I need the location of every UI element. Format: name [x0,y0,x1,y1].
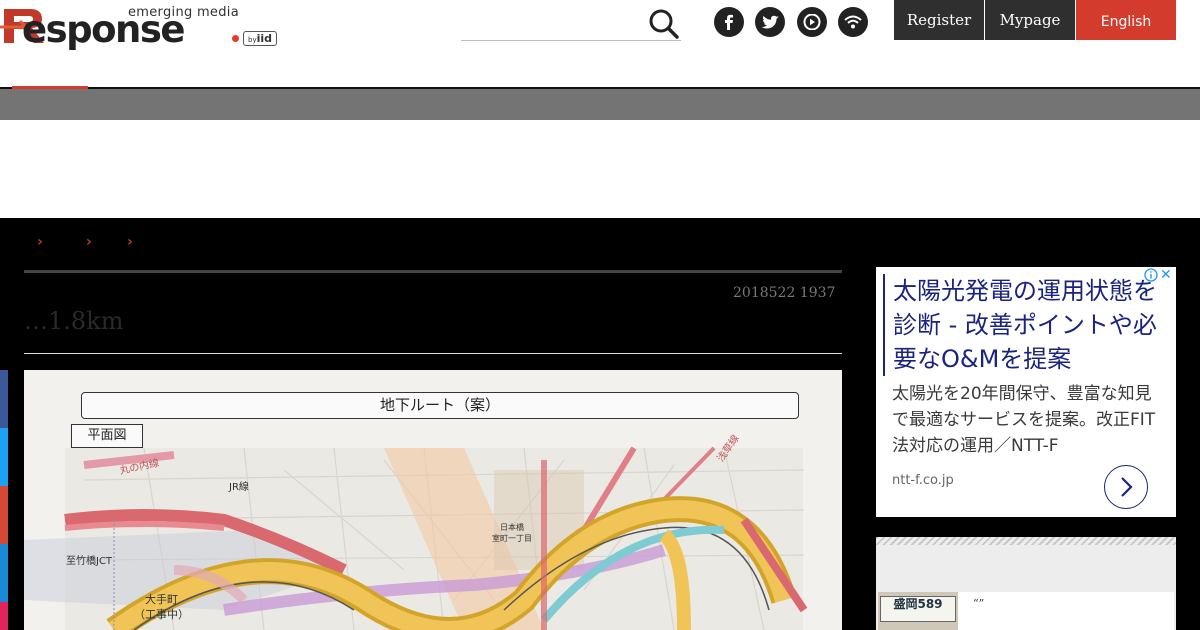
share-twitter-tab[interactable] [0,428,8,486]
share-hatena-tab[interactable] [0,544,8,602]
map-label-jr: JR線 [229,482,249,493]
chevron-right-icon [1121,477,1133,497]
search-icon[interactable] [648,8,680,40]
article-top-rule [24,270,842,273]
map-label-takebashi: 至竹橋JCT [66,556,113,567]
ad-info-icon[interactable] [1144,268,1158,282]
article-title-rule [24,353,842,354]
mypage-button[interactable]: Mypage [985,0,1075,40]
ad-description: 太陽光を20年間保守、豊富な知見で最適なサービスを提案。改正FIT法対応の運用／… [892,384,1156,456]
map-label-nihonbashi: 日本橋 室町一丁目 [492,523,532,543]
widget-header-stripe [876,537,1176,545]
map-label-otemachi: 大手町 （工事中） [134,593,189,621]
logo-by-name: iid [256,32,273,45]
logo-by-prefix: by [248,36,257,44]
site-header: emerging media esponse byiid Register My… [0,0,1200,88]
ad-open-button[interactable] [1104,465,1148,509]
article-title: …1.8km [24,307,124,335]
ad-domain[interactable]: ntt-f.co.jp [892,473,954,488]
breadcrumb-separator: › [127,234,133,250]
rss-icon[interactable] [838,7,868,37]
share-pocket-tab[interactable] [0,602,8,630]
map-title: 地下ルート（案） [81,392,799,419]
site-logo[interactable]: emerging media esponse byiid [0,2,285,51]
breadcrumb-separator: › [86,234,92,250]
widget-quote: “” [973,597,985,610]
ad-accent-bar [883,274,885,376]
logo-wordmark: esponse [22,8,185,51]
register-button[interactable]: Register [894,0,984,40]
article-date: 2018522 1937 [733,285,836,301]
share-facebook-tab[interactable] [0,370,8,428]
breadcrumb-separator: › [37,234,43,250]
english-button[interactable]: English [1076,0,1176,40]
ad-close-icon[interactable]: ✕ [1160,267,1172,283]
share-google-tab[interactable] [0,486,8,544]
map-plan-label: 平面図 [71,424,143,448]
ad-headline[interactable]: 太陽光発電の運用状態を診断 - 改善ポイントや必要なO&Mを提案 [893,274,1168,376]
logo-dot [232,35,239,42]
license-plate-image: 盛岡589 [880,596,956,622]
logo-by-badge: byiid [243,31,278,46]
facebook-icon[interactable] [714,7,744,37]
youtube-icon[interactable] [797,7,827,37]
sidebar-widget: 盛岡589 “” [876,537,1176,630]
widget-thumbnail[interactable]: 盛岡589 [878,592,958,630]
article-map-image[interactable]: 地下ルート（案） 平面図 丸の内線 JR線 浅草線 日本橋 室町一丁目 至竹橋J… [24,370,842,630]
sidebar-ad[interactable]: 太陽光発電の運用状態を診断 - 改善ポイントや必要なO&Mを提案 太陽光を20年… [876,267,1176,517]
search-input[interactable] [461,40,681,41]
twitter-icon[interactable] [755,7,785,37]
sub-nav-band [0,89,1200,120]
